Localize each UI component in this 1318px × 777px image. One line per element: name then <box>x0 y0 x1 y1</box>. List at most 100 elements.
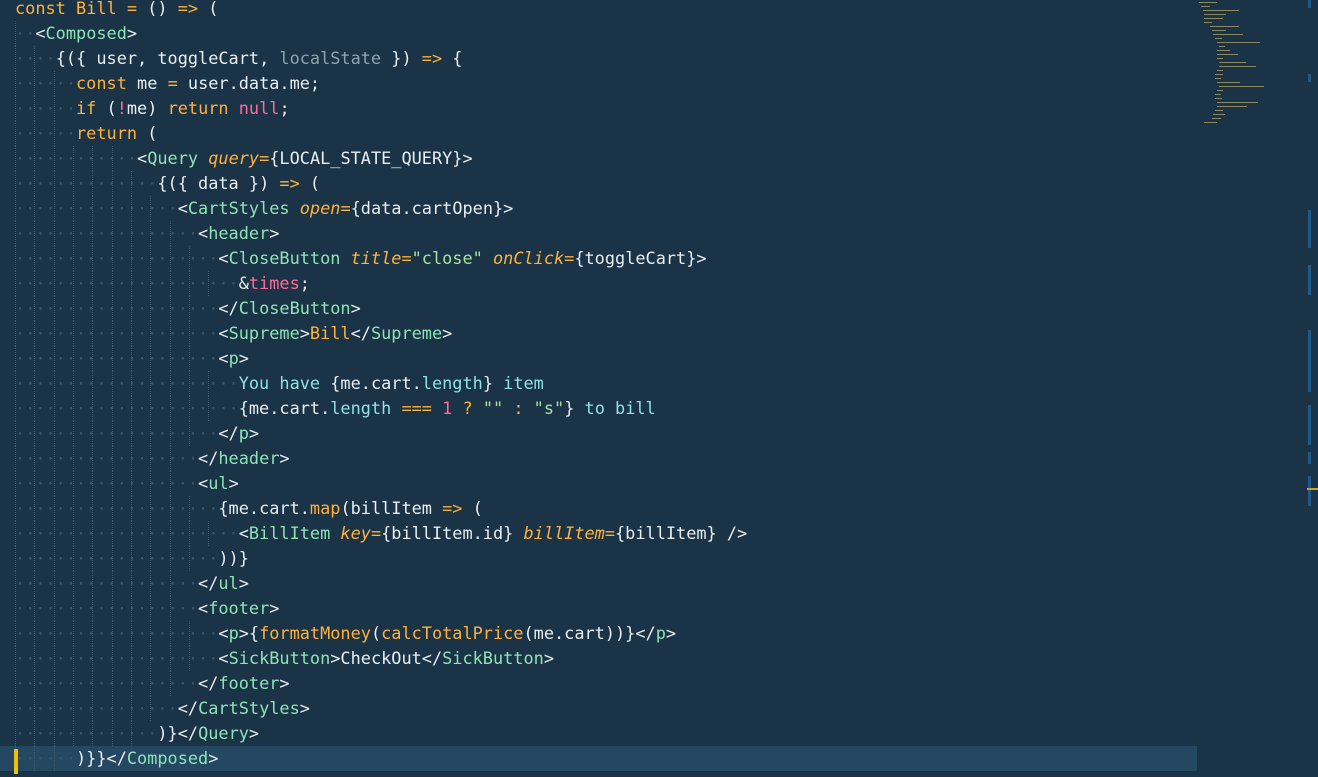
code-line[interactable]: ······return ( <box>15 121 1197 146</box>
indent-guide <box>53 621 55 646</box>
indent-guide <box>34 121 36 146</box>
minimap-line <box>1215 94 1222 95</box>
overview-ruler-mark <box>1308 405 1311 445</box>
indent-guide <box>34 46 36 71</box>
indent-guide <box>111 421 113 446</box>
indent-guide <box>92 546 94 571</box>
code-line[interactable]: ····················<CloseButton title="… <box>15 246 1197 271</box>
indent-guide <box>92 646 94 671</box>
code-line[interactable]: ················<CartStyles open={data.c… <box>15 196 1197 221</box>
minimap-line <box>1218 66 1256 67</box>
minimap-line <box>1200 6 1210 7</box>
indent-guide <box>72 596 74 621</box>
indent-guide <box>130 496 132 521</box>
indent-guide <box>72 646 74 671</box>
code-line[interactable]: ················</CartStyles> <box>15 696 1197 721</box>
minimap-line <box>1215 98 1223 99</box>
indent-guide <box>92 721 94 746</box>
indent-guide <box>72 471 74 496</box>
code-line[interactable]: ····················<SickButton>CheckOut… <box>15 646 1197 671</box>
indent-guide <box>150 596 152 621</box>
code-area[interactable]: const Bill = () => (··<Composed> ····{({ … <box>0 0 1197 771</box>
code-line[interactable]: ··<Composed> <box>15 21 1197 46</box>
code-line[interactable]: ······················&times; <box>15 271 1197 296</box>
indent-guide <box>92 571 94 596</box>
indent-guide <box>111 321 113 346</box>
indent-guide <box>169 296 171 321</box>
indent-guide <box>111 346 113 371</box>
minimap-line <box>1211 30 1226 31</box>
indent-guide <box>15 596 16 621</box>
code-line[interactable]: ····················<Supreme>Bill</Supre… <box>15 321 1197 346</box>
indent-guide <box>111 696 113 721</box>
indent-guide <box>150 446 152 471</box>
code-line[interactable]: ······if (!me) return null; <box>15 96 1197 121</box>
code-line[interactable]: ······)}}</Composed> <box>0 746 1197 771</box>
code-line[interactable]: ······················You have {me.cart.… <box>15 371 1197 396</box>
indent-guide <box>53 146 55 171</box>
indent-guide <box>53 446 55 471</box>
code-line[interactable]: ······const me = user.data.me; <box>15 71 1197 96</box>
indent-guide <box>53 346 55 371</box>
indent-guide <box>15 271 16 296</box>
indent-guide <box>150 371 152 396</box>
indent-guide <box>150 471 152 496</box>
indent-guide <box>53 171 55 196</box>
minimap-line <box>1218 46 1226 47</box>
indent-guide <box>34 371 36 396</box>
indent-guide <box>111 521 113 546</box>
indent-guide <box>72 221 74 246</box>
minimap[interactable] <box>1197 0 1307 777</box>
indent-guide <box>92 146 94 171</box>
code-line[interactable]: ····················<p>{formatMoney(calc… <box>15 621 1197 646</box>
indent-guide <box>130 646 132 671</box>
indent-guide <box>92 396 94 421</box>
code-line[interactable]: ··················<footer> <box>15 596 1197 621</box>
code-line[interactable]: ····················))} <box>15 546 1197 571</box>
code-line[interactable]: ····················<p> <box>15 346 1197 371</box>
indent-guide <box>150 321 152 346</box>
indent-guide <box>130 221 132 246</box>
indent-guide <box>130 371 132 396</box>
code-line[interactable]: ············<Query query={LOCAL_STATE_QU… <box>15 146 1197 171</box>
code-editor[interactable]: const Bill = () => (··<Composed> ····{({ … <box>0 0 1197 777</box>
indent-guide <box>15 246 16 271</box>
indent-guide <box>15 721 16 746</box>
code-line[interactable]: ··················</ul> <box>15 571 1197 596</box>
overview-ruler-scrollbar[interactable] <box>1307 0 1318 777</box>
minimap-line <box>1215 74 1224 75</box>
code-line[interactable]: const Bill = () => ( <box>15 0 1197 21</box>
indent-guide <box>130 671 132 696</box>
indent-guide <box>15 21 16 46</box>
indent-guide <box>150 271 152 296</box>
indent-guide <box>15 571 16 596</box>
code-line[interactable]: ··················</footer> <box>15 671 1197 696</box>
indent-guide <box>72 721 74 746</box>
indent-guide <box>150 571 152 596</box>
indent-guide <box>34 471 36 496</box>
indent-guide <box>15 71 16 96</box>
indent-guide <box>53 121 55 146</box>
minimap-line <box>1202 10 1239 11</box>
indent-guide <box>34 271 36 296</box>
indent-guide <box>169 446 171 471</box>
indent-guide <box>111 621 113 646</box>
overview-ruler-mark <box>1308 74 1311 82</box>
indent-guide <box>111 296 113 321</box>
code-line[interactable]: ······················<BillItem key={bil… <box>15 521 1197 546</box>
indent-guide <box>53 721 55 746</box>
code-line[interactable]: ····{({ user, toggleCart, localState }) … <box>15 46 1197 71</box>
indent-guide <box>34 496 36 521</box>
code-line[interactable]: ····················</CloseButton> <box>15 296 1197 321</box>
current-line-gutter-marker <box>14 749 18 774</box>
code-line[interactable]: ··············{({ data }) => ( <box>15 171 1197 196</box>
indent-guide <box>92 271 94 296</box>
code-line[interactable]: ··················<header> <box>15 221 1197 246</box>
code-line[interactable]: ··············)}</Query> <box>15 721 1197 746</box>
code-line[interactable]: ····················</p> <box>15 421 1197 446</box>
indent-guide <box>150 221 152 246</box>
code-line[interactable]: ··················<ul> <box>15 471 1197 496</box>
code-line[interactable]: ······················{me.cart.length ==… <box>15 396 1197 421</box>
code-line[interactable]: ··················</header> <box>15 446 1197 471</box>
code-line[interactable]: ····················{me.cart.map(billIte… <box>15 496 1197 521</box>
